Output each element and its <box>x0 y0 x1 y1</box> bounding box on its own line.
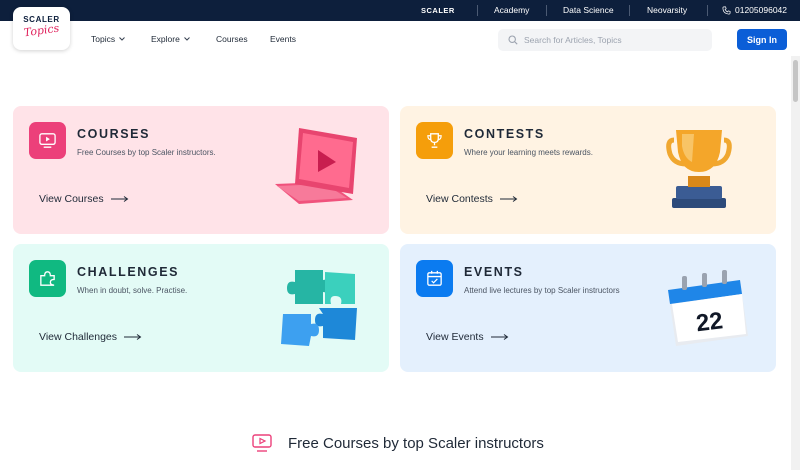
contests-title: CONTESTS <box>464 127 545 141</box>
arrow-right-icon <box>490 334 508 340</box>
courses-title: COURSES <box>77 127 151 141</box>
divider <box>546 5 547 16</box>
calendar-icon <box>427 270 442 286</box>
courses-icon-box <box>29 122 66 159</box>
view-challenges-label: View Challenges <box>39 331 118 343</box>
top-strip: SCALER Academy Data Science Neovarsity 0… <box>0 0 800 21</box>
contests-subtitle: Where your learning meets rewards. <box>464 148 593 157</box>
laptop-illustration <box>275 128 357 204</box>
nav-topics[interactable]: Topics <box>91 34 125 44</box>
chevron-down-icon <box>183 37 190 41</box>
search-icon <box>508 35 518 45</box>
phone-icon <box>722 6 731 15</box>
view-courses-link[interactable]: View Courses <box>39 193 129 205</box>
section-heading: Free Courses by top Scaler instructors <box>288 435 544 452</box>
topbar-link-academy[interactable]: Academy <box>494 0 529 21</box>
video-icon <box>39 133 56 148</box>
search-box[interactable] <box>498 29 712 51</box>
arrow-right-icon <box>499 196 518 202</box>
events-title: EVENTS <box>464 265 524 279</box>
nav-events[interactable]: Events <box>270 34 296 44</box>
calendar-illustration: 22 <box>668 270 748 346</box>
nav-explore-label: Explore <box>151 34 180 44</box>
courses-card[interactable]: COURSES Free Courses by top Scaler instr… <box>13 106 389 234</box>
arrow-right-icon <box>110 196 128 202</box>
contests-card[interactable]: CONTESTS Where your learning meets rewar… <box>400 106 776 234</box>
view-courses-label: View Courses <box>39 193 104 205</box>
puzzle-illustration <box>281 270 357 346</box>
divider <box>629 5 630 16</box>
scaler-topics-logo[interactable]: SCALER Topics <box>13 7 70 50</box>
view-contests-link[interactable]: View Contests <box>426 193 518 205</box>
arrow-right-icon <box>124 334 142 340</box>
events-card[interactable]: EVENTS Attend live lectures by top Scale… <box>400 244 776 372</box>
topbar-link-data-science[interactable]: Data Science <box>563 0 614 21</box>
view-contests-label: View Contests <box>426 193 493 205</box>
divider <box>707 5 708 16</box>
challenges-title: CHALLENGES <box>77 265 180 279</box>
puzzle-icon <box>40 271 55 286</box>
nav-explore[interactable]: Explore <box>151 34 190 44</box>
divider <box>477 5 478 16</box>
scaler-brand-link[interactable]: SCALER <box>421 0 455 21</box>
view-events-link[interactable]: View Events <box>426 331 509 343</box>
chevron-down-icon <box>119 37 125 41</box>
challenges-subtitle: When in doubt, solve. Practise. <box>77 286 188 295</box>
challenges-icon-box <box>29 260 66 297</box>
trophy-illustration <box>666 130 732 208</box>
calendar-day-number: 22 <box>695 307 725 337</box>
nav-courses[interactable]: Courses <box>216 34 248 44</box>
page-scrollbar[interactable] <box>791 56 800 470</box>
scrollbar-thumb[interactable] <box>793 60 798 102</box>
video-icon <box>252 434 272 452</box>
nav-topics-label: Topics <box>91 34 116 44</box>
trophy-icon <box>427 133 442 148</box>
contests-icon-box <box>416 122 453 159</box>
sign-in-button[interactable]: Sign In <box>737 29 787 50</box>
events-icon-box <box>416 260 453 297</box>
view-challenges-link[interactable]: View Challenges <box>39 331 142 343</box>
phone-number[interactable]: 01205096042 <box>735 0 787 21</box>
search-input[interactable] <box>524 32 704 48</box>
challenges-card[interactable]: CHALLENGES When in doubt, solve. Practis… <box>13 244 389 372</box>
courses-subtitle: Free Courses by top Scaler instructors. <box>77 148 216 157</box>
events-subtitle: Attend live lectures by top Scaler instr… <box>464 286 620 295</box>
view-events-label: View Events <box>426 331 484 343</box>
topbar-link-neovarsity[interactable]: Neovarsity <box>647 0 687 21</box>
